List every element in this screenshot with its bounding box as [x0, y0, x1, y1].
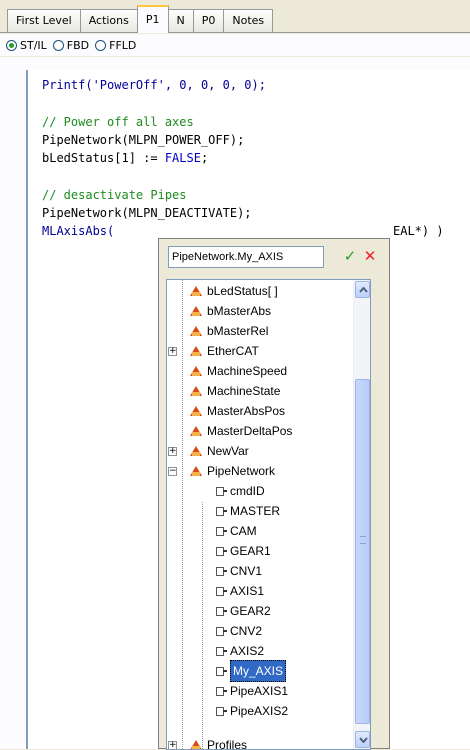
tree-item-newvar[interactable]: + NewVar — [168, 441, 249, 461]
tree-subitem-my-axis[interactable]: My_AXIS — [215, 660, 287, 682]
member-icon — [215, 686, 227, 696]
variable-icon — [189, 324, 203, 338]
member-icon — [215, 546, 227, 556]
radio-ffld[interactable]: FFLD — [95, 39, 136, 52]
variable-icon — [189, 344, 203, 358]
radio-fbd[interactable]: FBD — [52, 38, 90, 52]
member-icon — [215, 666, 227, 676]
code-line-7-tail: EAL*) ) — [393, 224, 444, 238]
code-line-1: Printf('PowerOff', 0, 0, 0, 0); — [42, 78, 266, 92]
autocomplete-popup: PipeNetwork.My_AXIS ✓ ✕ bLedStatus[ ] bM… — [158, 238, 390, 750]
tree-subitem-cmdid[interactable]: cmdID — [215, 481, 265, 501]
tab-notes[interactable]: Notes — [223, 9, 274, 33]
expand-icon[interactable]: + — [168, 346, 177, 356]
tree-scrollbar[interactable] — [353, 280, 370, 749]
expand-icon[interactable]: + — [168, 740, 177, 749]
collapse-icon[interactable]: − — [168, 466, 177, 476]
member-icon — [215, 586, 227, 596]
variable-icon — [189, 304, 203, 318]
member-icon — [215, 526, 227, 536]
code-comment-1: // Power off all axes — [42, 115, 194, 129]
tree-subitem-pipeaxis1[interactable]: PipeAXIS1 — [215, 681, 288, 701]
member-icon — [215, 506, 227, 516]
cancel-button[interactable]: ✕ — [361, 247, 379, 265]
tree-subitem-axis1[interactable]: AXIS1 — [215, 581, 264, 601]
tree-connector-sub — [202, 502, 203, 749]
tree-item-ethercat[interactable]: + EtherCAT — [168, 341, 259, 361]
tab-p0[interactable]: P0 — [192, 9, 225, 33]
radio-label-fbd: FBD — [66, 38, 90, 52]
variable-icon — [189, 464, 203, 478]
tab-divider — [0, 32, 470, 33]
radio-st-il[interactable]: ST/IL — [6, 39, 47, 52]
tree-subitem-axis2[interactable]: AXIS2 — [215, 641, 264, 661]
member-icon — [215, 646, 227, 656]
expand-icon[interactable]: + — [168, 446, 177, 456]
tree-item-pipenetwork[interactable]: − PipeNetwork — [168, 461, 275, 481]
tree-item-bmasterrel[interactable]: bMasterRel — [177, 321, 268, 341]
tree-item-masterabspos[interactable]: MasterAbsPos — [177, 401, 285, 421]
member-icon — [215, 626, 227, 636]
tree-subitem-cam[interactable]: CAM — [215, 521, 257, 541]
code-line-7: MLAxisAbs( — [42, 224, 115, 238]
radio-label-st-il: ST/IL — [20, 38, 47, 52]
confirm-button[interactable]: ✓ — [341, 247, 359, 265]
tab-first-level[interactable]: First Level — [7, 9, 81, 33]
chevron-down-icon — [359, 737, 368, 743]
tree-item-profiles[interactable]: + Profiles — [168, 735, 247, 749]
tree-subitem-pipeaxis2[interactable]: PipeAXIS2 — [215, 701, 288, 721]
tree-item-bledstatus[interactable]: bLedStatus[ ] — [177, 281, 278, 301]
variable-icon — [189, 384, 203, 398]
code-line-6: PipeNetwork(MLPN_DEACTIVATE); — [42, 206, 252, 220]
tree-subitem-gear2[interactable]: GEAR2 — [215, 601, 271, 621]
variable-icon — [189, 284, 203, 298]
member-icon — [215, 566, 227, 576]
scroll-up-button[interactable] — [355, 281, 370, 298]
radio-label-ffld: FFLD — [109, 38, 137, 52]
code-comment-2: // desactivate Pipes — [42, 188, 187, 202]
member-icon — [215, 706, 227, 716]
member-icon — [215, 486, 227, 496]
code-line-3: PipeNetwork(MLPN_POWER_OFF); — [42, 133, 245, 147]
tree-item-machinespeed[interactable]: MachineSpeed — [177, 361, 287, 381]
variable-icon — [189, 738, 203, 749]
variable-icon — [189, 404, 203, 418]
tree-item-masterdeltapos[interactable]: MasterDeltaPos — [177, 421, 292, 441]
variable-icon — [189, 364, 203, 378]
tree-item-bmasterabs[interactable]: bMasterAbs — [177, 301, 271, 321]
radio-button-fbd[interactable] — [52, 39, 64, 51]
tree-item-machinestate[interactable]: MachineState — [177, 381, 280, 401]
radio-button-ffld[interactable] — [95, 39, 107, 51]
scroll-thumb[interactable] — [355, 379, 370, 724]
tree-subitem-master[interactable]: MASTER — [215, 501, 280, 521]
radio-button-st-il[interactable] — [6, 39, 17, 51]
variable-icon — [189, 424, 203, 438]
variable-icon — [189, 444, 203, 458]
variable-tree[interactable]: bLedStatus[ ] bMasterAbs bMasterRel + Eth… — [166, 279, 371, 750]
tree-subitem-cnv2[interactable]: CNV2 — [215, 621, 262, 641]
tab-actions[interactable]: Actions — [79, 9, 138, 33]
tab-n[interactable]: N — [167, 9, 194, 33]
tabs: First Level Actions P1 N P0 Notes — [7, 5, 274, 33]
tab-bar: First Level Actions P1 N P0 Notes — [0, 0, 470, 34]
code-line-4: bLedStatus[1] := FALSE; — [42, 151, 209, 165]
chevron-up-icon — [359, 287, 368, 293]
scroll-down-button[interactable] — [355, 731, 370, 748]
tree-subitem-gear1[interactable]: GEAR1 — [215, 541, 271, 561]
member-icon — [215, 606, 227, 616]
tab-p1[interactable]: P1 — [136, 5, 169, 33]
tree-subitem-cnv1[interactable]: CNV1 — [215, 561, 262, 581]
autocomplete-input[interactable]: PipeNetwork.My_AXIS — [168, 246, 324, 268]
language-selector: ST/IL FBD FFLD — [0, 34, 470, 56]
